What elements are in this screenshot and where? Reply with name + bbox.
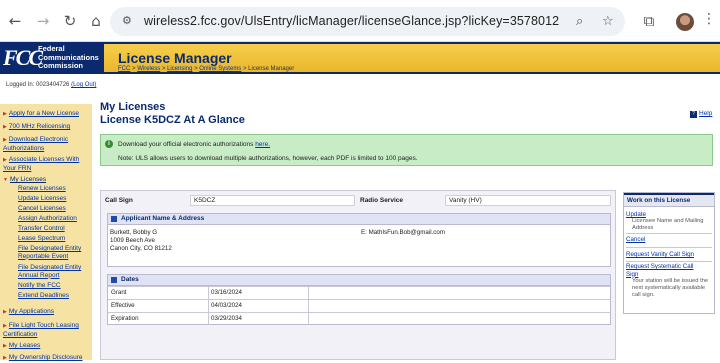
cancel-link[interactable]: Cancel (626, 236, 645, 244)
forward-icon[interactable]: → (34, 12, 52, 30)
sidebar-item-renew[interactable]: Renew Licenses (18, 185, 66, 193)
app-title: License Manager (118, 50, 232, 66)
logout-link[interactable]: (Log Out) (71, 82, 96, 88)
applicant-section-header: Applicant Name & Address (108, 214, 610, 225)
systematic-description: Your station will be issued the next sys… (632, 278, 709, 298)
dates-section: Dates Grant 03/16/2024 Effective 04/03/2… (107, 274, 611, 325)
applicant-name: Burkett, Bobby G (110, 229, 158, 236)
sidebar-item-annual-report[interactable]: File Designated Entity Annual Report (18, 264, 90, 279)
work-panel-header: Work on this License (624, 193, 714, 207)
breadcrumb-current: License Manager (248, 66, 295, 72)
sidebar-item-apply-new-license[interactable]: ▶ Apply for a New License (3, 110, 79, 119)
sidebar-item-assign[interactable]: Assign Authorization (18, 215, 77, 223)
applicant-address-line-2: Canon City, CO 81212 (110, 245, 172, 252)
browser-menu-icon[interactable]: ⋮ (702, 11, 716, 27)
sidebar-item-update[interactable]: Update Licenses (18, 195, 66, 203)
applicant-section-title: Applicant Name & Address (121, 215, 205, 222)
date-label: Grant (111, 289, 127, 296)
browser-toolbar: ← → ↻ ⌂ ⚙ wireless2.fcc.gov/UlsEntry/lic… (0, 0, 720, 42)
sidebar-item-cancel[interactable]: Cancel Licenses (18, 205, 66, 213)
sidebar-item-700-mhz[interactable]: ▶ 700 MHz Relicensing (3, 123, 70, 132)
sidebar-item-my-applications[interactable]: ▶ My Applications (3, 308, 54, 317)
call-sign-label: Call Sign (105, 197, 133, 204)
notice-line-2: Note: ULS allows users to download multi… (118, 155, 418, 162)
dates-section-header: Dates (108, 275, 610, 286)
reload-icon[interactable]: ↻ (61, 12, 79, 30)
sidebar-item-ownership-disclosure[interactable]: ▶ My Ownership Disclosure (3, 354, 83, 363)
fcc-logo[interactable]: FCC Federal Communications Commission (0, 42, 104, 74)
sidebar-item-light-touch-leasing[interactable]: ▶ File Light Touch Leasing Certification (3, 322, 89, 338)
request-systematic-link[interactable]: Request Systematic Call Sign (626, 263, 706, 278)
applicant-address-line-1: 1009 Beech Ave (110, 237, 155, 244)
breadcrumb-online-systems[interactable]: Online Systems (199, 66, 241, 72)
breadcrumb: FCC > Wireless > Licensing > Online Syst… (118, 66, 295, 72)
zoom-icon[interactable]: ⌕ (576, 14, 583, 29)
date-value: 04/03/2024 (211, 302, 242, 309)
fcc-logo-text: Federal Communications Commission (38, 44, 99, 70)
site-header: FCC Federal Communications Commission Li… (0, 42, 720, 74)
sidebar: ▶ Apply for a New License ▶ 700 MHz Relice… (0, 104, 92, 363)
work-on-license-panel: Work on this License Update Licensee Nam… (623, 192, 715, 314)
bookmark-star-icon[interactable]: ☆ (602, 14, 614, 29)
applicant-address: Burkett, Bobby G 1009 Beech Ave Canon Ci… (110, 229, 172, 253)
extensions-icon[interactable]: ⧉ (640, 12, 658, 30)
page-subtitle: License K5DCZ At A Glance (100, 114, 245, 126)
sidebar-item-transfer[interactable]: Transfer Control (18, 225, 65, 233)
url-text[interactable]: wireless2.fcc.gov/UlsEntry/licManager/li… (144, 14, 559, 28)
update-description: Licensee Name and Mailing Address (632, 218, 704, 231)
home-icon[interactable]: ⌂ (87, 12, 105, 30)
date-value: 03/29/2034 (211, 315, 242, 322)
download-here-link[interactable]: here. (255, 141, 270, 148)
applicant-section: Applicant Name & Address Burkett, Bobby … (107, 213, 611, 267)
section-square-icon (111, 216, 117, 222)
date-value: 03/16/2024 (211, 289, 242, 296)
sidebar-item-notify[interactable]: Notify the FCC (18, 282, 61, 290)
back-icon[interactable]: ← (6, 12, 24, 30)
help-icon: ? (690, 111, 697, 118)
sidebar-item-lease[interactable]: Lease Spectrum (18, 235, 65, 243)
call-sign-value: K5DCZ (190, 195, 355, 206)
sidebar-item-extend[interactable]: Extend Deadlines (18, 292, 69, 300)
radio-service-value: Vanity (HV) (445, 195, 611, 206)
breadcrumb-wireless[interactable]: Wireless (137, 66, 160, 72)
sidebar-item-my-licenses[interactable]: ▼ My Licenses (3, 176, 46, 185)
date-row-effective: Effective 04/03/2024 (108, 299, 610, 312)
help-link[interactable]: ? Help (690, 110, 712, 118)
dates-section-title: Dates (121, 276, 139, 283)
date-row-grant: Grant 03/16/2024 (108, 286, 610, 299)
date-label: Expiration (111, 315, 139, 322)
sidebar-item-reportable-event[interactable]: File Designated Entity Reportable Event (18, 245, 92, 260)
divider (626, 261, 712, 262)
date-row-expiration: Expiration 03/29/2034 (108, 312, 610, 325)
sidebar-item-associate-licenses[interactable]: ▶ Associate Licenses With Your FRN (3, 156, 92, 172)
divider (626, 247, 712, 248)
breadcrumb-licensing[interactable]: Licensing (167, 66, 192, 72)
page-title: My Licenses (100, 101, 166, 113)
breadcrumb-fcc[interactable]: FCC (118, 66, 130, 72)
fcc-logo-mark: FCC (3, 45, 43, 70)
sidebar-item-my-leases[interactable]: ▶ My Leases (3, 342, 40, 351)
address-bar[interactable]: ⚙ wireless2.fcc.gov/UlsEntry/licManager/… (110, 7, 625, 36)
work-panel-title: Work on this License (627, 197, 691, 204)
login-status: Logged In: 0023404726 (Log Out) (6, 82, 97, 88)
date-label: Effective (111, 302, 135, 309)
site-info-icon[interactable]: ⚙ (122, 14, 136, 28)
sidebar-item-download-authorizations[interactable]: ▶ Download Electronic Authorizations (3, 136, 92, 152)
header-divider (104, 72, 720, 74)
profile-avatar[interactable] (676, 13, 694, 31)
notice-line-1: Download your official electronic author… (118, 141, 271, 148)
info-icon: i (105, 140, 113, 148)
applicant-email: E: MathIsFun.Bob@gmail.com (361, 229, 445, 236)
request-vanity-link[interactable]: Request Vanity Call Sign (626, 251, 694, 259)
radio-service-label: Radio Service (360, 197, 403, 204)
divider (626, 233, 712, 234)
section-square-icon (111, 277, 117, 283)
download-notice: i Download your official electronic auth… (100, 134, 713, 166)
